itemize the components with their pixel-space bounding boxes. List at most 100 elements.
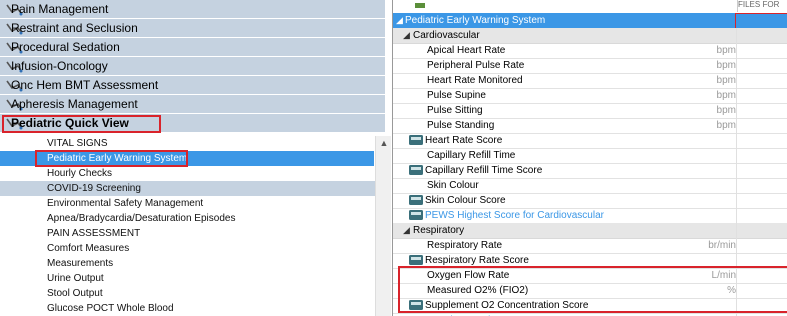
row-value-cell[interactable]	[736, 223, 787, 238]
row-label: Respiratory Rate	[427, 240, 503, 251]
band-label: Procedural Sedation	[11, 40, 120, 54]
section-env-safety[interactable]: Environmental Safety Management	[0, 196, 375, 211]
highlight-box-band	[2, 115, 161, 133]
row-label: Pulse Supine	[427, 90, 486, 101]
row-label: Pulse Standing	[427, 120, 495, 131]
row-label: Skin Colour	[427, 180, 479, 191]
row-unit: bpm	[716, 75, 736, 86]
row-value-cell[interactable]	[736, 103, 787, 118]
band-label: Restraint and Seclusion	[11, 21, 138, 35]
row-apical-heart-rate[interactable]: Apical Heart Rate bpm	[393, 43, 787, 59]
section-stool[interactable]: Stool Output	[0, 286, 375, 301]
band-label: Apheresis Management	[11, 97, 138, 111]
section-list: VITAL SIGNS Pediatric Early Warning Syst…	[0, 136, 391, 316]
row-unit: bpm	[716, 120, 736, 131]
row-capillary-refill-time-score[interactable]: Capillary Refill Time Score	[393, 163, 787, 179]
section-apnea[interactable]: Apnea/Bradycardia/Desaturation Episodes	[0, 211, 375, 226]
row-pulse-sitting[interactable]: Pulse Sitting bpm	[393, 103, 787, 119]
collapse-triangle-icon[interactable]: ◢	[403, 223, 410, 238]
calculator-icon[interactable]	[409, 255, 423, 265]
band-apheresis-management[interactable]: Apheresis Management	[0, 95, 385, 114]
section-header-pews[interactable]: ◢ Pediatric Early Warning System	[393, 13, 787, 30]
scroll-up-icon[interactable]: ▲	[376, 138, 391, 148]
row-label: Apical Heart Rate	[427, 45, 506, 56]
collapse-triangle-icon[interactable]: ◢	[403, 28, 410, 43]
row-peripheral-pulse-rate[interactable]: Peripheral Pulse Rate bpm	[393, 58, 787, 74]
row-value-cell[interactable]	[736, 43, 787, 58]
row-pulse-standing[interactable]: Pulse Standing bpm	[393, 118, 787, 134]
row-capillary-refill-time[interactable]: Capillary Refill Time	[393, 148, 787, 164]
row-label: Heart Rate Monitored	[427, 75, 523, 86]
row-value-cell[interactable]	[736, 193, 787, 208]
row-value-cell[interactable]	[736, 73, 787, 88]
band-procedural-sedation[interactable]: Procedural Sedation	[0, 38, 385, 57]
section-vital-signs[interactable]: VITAL SIGNS	[0, 136, 375, 151]
documentation-grid: FILES FOR ◢ Pediatric Early Warning Syste…	[392, 0, 787, 316]
row-heart-rate-score[interactable]: Heart Rate Score	[393, 133, 787, 149]
calculator-icon[interactable]	[409, 195, 423, 205]
section-comfort[interactable]: Comfort Measures	[0, 241, 375, 256]
section-label: Environmental Safety Management	[47, 198, 204, 209]
section-label: Comfort Measures	[47, 243, 130, 254]
row-value-cell[interactable]	[736, 118, 787, 133]
row-label: Capillary Refill Time	[427, 150, 516, 161]
row-unit: bpm	[716, 90, 736, 101]
section-label: COVID-19 Screening	[47, 183, 141, 194]
section-covid[interactable]: COVID-19 Screening	[0, 181, 375, 196]
calculator-icon[interactable]	[409, 165, 423, 175]
section-label: VITAL SIGNS	[47, 138, 108, 149]
row-value-cell[interactable]	[736, 133, 787, 148]
calculator-icon[interactable]	[409, 210, 423, 220]
section-pain-assessment[interactable]: PAIN ASSESSMENT	[0, 226, 375, 241]
row-value-cell[interactable]	[736, 58, 787, 73]
collapse-triangle-icon[interactable]: ◢	[396, 13, 403, 28]
row-unit: br/min	[708, 240, 736, 251]
row-label: Respiratory	[413, 225, 465, 236]
highlight-box-section	[35, 150, 188, 167]
band-pain-management[interactable]: Pain Management	[0, 0, 385, 19]
row-label: Pulse Sitting	[427, 105, 483, 116]
band-label: Infusion-Oncology	[11, 59, 108, 73]
row-label: Cardiovascular	[413, 30, 480, 41]
calculator-icon[interactable]	[409, 135, 423, 145]
row-skin-colour-score[interactable]: Skin Colour Score	[393, 193, 787, 209]
row-label: Capillary Refill Time Score	[425, 165, 543, 176]
row-value-cell[interactable]	[736, 88, 787, 103]
section-label: Urine Output	[47, 273, 104, 284]
row-unit: bpm	[716, 105, 736, 116]
grid-header-icon	[415, 3, 425, 8]
row-unit: bpm	[716, 45, 736, 56]
row-heart-rate-monitored[interactable]: Heart Rate Monitored bpm	[393, 73, 787, 89]
row-pews-highest-score-for-cardiovascular[interactable]: PEWS Highest Score for Cardiovascular	[393, 208, 787, 224]
group-respiratory[interactable]: ◢ Respiratory	[393, 223, 787, 239]
group-cardiovascular[interactable]: ◢ Cardiovascular	[393, 28, 787, 44]
grid-header: FILES FOR	[393, 0, 787, 12]
row-label: Peripheral Pulse Rate	[427, 60, 525, 71]
band-onc-hem-bmt[interactable]: Onc Hem BMT Assessment	[0, 76, 385, 95]
section-glucose[interactable]: Glucose POCT Whole Blood	[0, 301, 375, 316]
section-label: Apnea/Bradycardia/Desaturation Episodes	[47, 213, 236, 224]
row-label: Heart Rate Score	[425, 135, 503, 146]
section-label: PAIN ASSESSMENT	[47, 228, 141, 239]
section-hourly-checks[interactable]: Hourly Checks	[0, 166, 375, 181]
section-urine[interactable]: Urine Output	[0, 271, 375, 286]
row-value-cell[interactable]	[736, 28, 787, 43]
row-pulse-supine[interactable]: Pulse Supine bpm	[393, 88, 787, 104]
row-value-cell[interactable]	[736, 163, 787, 178]
row-respiratory-rate[interactable]: Respiratory Rate br/min	[393, 238, 787, 254]
section-label: Hourly Checks	[47, 168, 113, 179]
row-skin-colour[interactable]: Skin Colour	[393, 178, 787, 194]
section-scrollbar[interactable]: ▲	[375, 136, 391, 316]
band-label: Onc Hem BMT Assessment	[11, 78, 159, 92]
row-value-cell[interactable]	[736, 148, 787, 163]
row-value-cell[interactable]	[736, 208, 787, 223]
section-label: Stool Output	[47, 288, 103, 299]
row-label: PEWS Highest Score for Cardiovascular	[425, 210, 604, 221]
column-header[interactable]: FILES FOR	[737, 0, 787, 12]
row-value-cell[interactable]	[736, 238, 787, 253]
band-infusion-oncology[interactable]: Infusion-Oncology	[0, 57, 385, 76]
row-value-cell[interactable]	[736, 178, 787, 193]
highlight-box-oxygen-rows	[398, 266, 787, 313]
band-restraint-seclusion[interactable]: Restraint and Seclusion	[0, 19, 385, 38]
section-measurements[interactable]: Measurements	[0, 256, 375, 271]
